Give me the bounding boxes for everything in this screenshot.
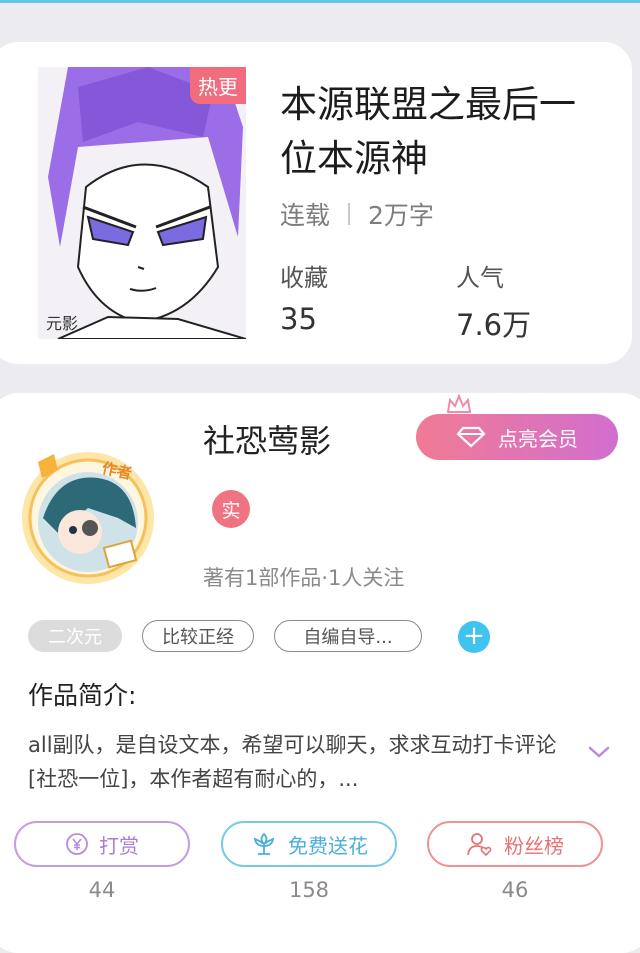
author-avatar[interactable]: 作者 bbox=[18, 448, 158, 588]
cover-illustration: 元影 bbox=[38, 67, 246, 339]
tag-serious[interactable]: 比较正经 bbox=[142, 620, 254, 652]
reward-count: 44 bbox=[88, 878, 116, 902]
hot-update-badge: 热更 bbox=[190, 67, 246, 104]
user-heart-icon bbox=[467, 833, 492, 857]
add-tag-button[interactable]: + bbox=[458, 621, 490, 653]
reward-button[interactable]: 打赏 bbox=[14, 821, 190, 867]
intro-heading: 作品简介: bbox=[28, 681, 137, 710]
book-title[interactable]: 本源联盟之最后一位本源神 bbox=[280, 78, 600, 186]
author-name[interactable]: 社恐莺影 bbox=[203, 416, 331, 462]
serial-status: 连载 bbox=[280, 201, 331, 230]
popularity-label: 人气 bbox=[456, 264, 504, 292]
status-divider bbox=[348, 203, 351, 225]
word-count: 2万字 bbox=[368, 201, 434, 230]
book-status-line: 连载 2万字 bbox=[280, 196, 434, 232]
favorites-label: 收藏 bbox=[280, 264, 328, 292]
flower-count: 158 bbox=[288, 878, 330, 902]
fan-ranking-label: 粉丝榜 bbox=[504, 833, 564, 858]
yen-coin-icon bbox=[66, 833, 88, 855]
reward-button-label: 打赏 bbox=[99, 833, 139, 858]
tag-anime[interactable]: 二次元 bbox=[28, 620, 122, 652]
crown-icon bbox=[446, 394, 472, 416]
flower-icon bbox=[253, 832, 275, 855]
book-cover[interactable]: 元影 热更 bbox=[38, 67, 246, 339]
verified-badge: 实 bbox=[212, 490, 250, 528]
diamond-icon bbox=[456, 426, 486, 448]
send-flower-label: 免费送花 bbox=[288, 833, 368, 858]
svg-text:元影: 元影 bbox=[46, 314, 78, 333]
vip-button-label: 点亮会员 bbox=[498, 426, 578, 451]
chevron-down-icon[interactable] bbox=[587, 744, 611, 760]
avatar-frame bbox=[22, 452, 154, 584]
author-meta: 著有1部作品·1人关注 bbox=[203, 566, 405, 590]
fan-ranking-button[interactable]: 粉丝榜 bbox=[427, 821, 603, 867]
popularity-value: 7.6万 bbox=[456, 308, 532, 342]
top-divider bbox=[0, 0, 640, 3]
fan-count: 46 bbox=[501, 878, 529, 902]
send-flower-button[interactable]: 免费送花 bbox=[221, 821, 397, 867]
vip-button[interactable]: 点亮会员 bbox=[416, 414, 618, 460]
favorites-value: 35 bbox=[280, 302, 317, 336]
intro-text: all副队，是自设文本，希望可以聊天，求求互动打卡评论[社恐一位]，本作者超有耐… bbox=[28, 733, 557, 791]
tag-self-directed[interactable]: 自编自导... bbox=[274, 620, 422, 652]
